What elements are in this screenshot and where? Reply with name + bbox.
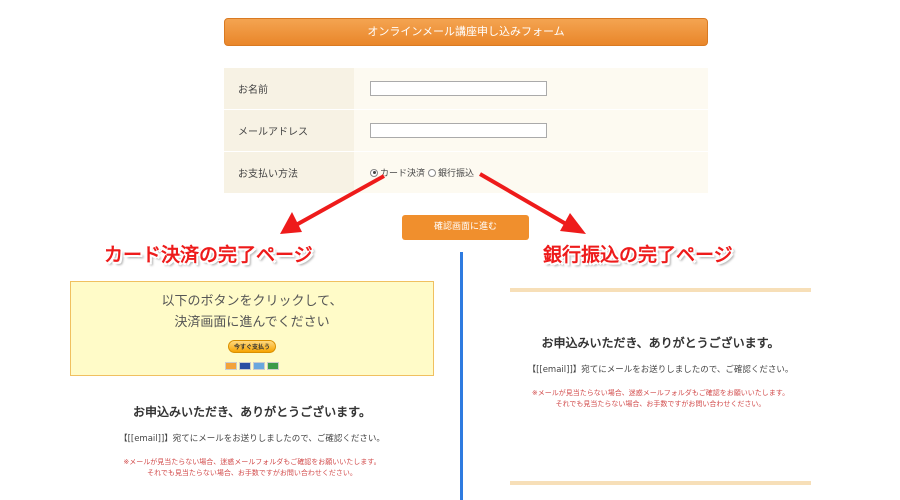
bank-notice: ※メールが見当たらない場合、迷惑メールフォルダもご確認をお願いいたします。 それ… [510,388,811,410]
radio-bank-transfer-label[interactable]: 銀行振込 [438,169,474,179]
bank-page-bottom-border [510,481,811,485]
visa-icon [239,361,251,370]
payment-label: お支払い方法 [224,151,354,194]
radio-bank-transfer[interactable] [428,168,437,177]
bank-notice-line1: ※メールが見当たらない場合、迷惑メールフォルダもご確認をお願いいたします。 [531,389,790,397]
card-notice-line1: ※メールが見当たらない場合、迷惑メールフォルダもご確認をお願いいたします。 [123,458,381,466]
form-title-bar: オンラインメール講座申し込みフォーム [224,18,708,46]
card-box-line2: 決済画面に進んでください [174,315,330,330]
jcb-icon [267,361,279,370]
email-input[interactable] [370,123,547,138]
bank-thanks-heading: お申込みいただき、ありがとうございます。 [541,336,780,350]
card-notice-line2: それでも見当たらない場合、お手数ですがお問い合わせください。 [147,469,357,477]
form-title: オンラインメール講座申し込みフォーム [367,25,565,38]
paynow-button[interactable]: 今すぐ支払う [227,340,276,353]
section-divider [460,252,463,500]
name-input[interactable] [370,81,547,96]
radio-card-payment-label[interactable]: カード決済 [380,169,425,179]
card-notice: ※メールが見当たらない場合、迷惑メールフォルダもご確認をお願いいたします。 それ… [70,457,434,479]
card-logos [71,355,433,374]
card-email-line: 【[[email]]】宛てにメールをお送りしましたので、ご確認ください。 [119,434,385,444]
name-label: お名前 [224,68,354,110]
bank-page-top-border [510,288,811,292]
bank-notice-line2: それでも見当たらない場合、お手数ですがお問い合わせください。 [555,400,766,408]
bank-email-line: 【[[email]]】宛てにメールをお送りしましたので、ご確認ください。 [527,365,794,375]
card-page-heading: カード決済の完了ページ [104,244,313,266]
amex-icon [253,361,265,370]
application-form: お名前 メールアドレス お支払い方法 カード決済 銀行振込 [224,68,708,194]
form-row-name: お名前 [224,68,708,110]
bank-page-heading: 銀行振込の完了ページ [543,244,733,266]
card-box-line1: 以下のボタンをクリックして、 [161,294,343,309]
card-payment-box: 以下のボタンをクリックして、 決済画面に進んでください 今すぐ支払う [70,281,434,376]
mastercard-icon [225,361,237,370]
form-row-email: メールアドレス [224,109,708,152]
card-thanks-heading: お申込みいただき、ありがとうございます。 [133,405,371,419]
form-row-payment: お支払い方法 カード決済 銀行振込 [224,151,708,194]
confirm-button[interactable]: 確認画面に進む [402,215,529,240]
email-label: メールアドレス [224,109,354,152]
radio-card-payment[interactable] [370,168,378,177]
